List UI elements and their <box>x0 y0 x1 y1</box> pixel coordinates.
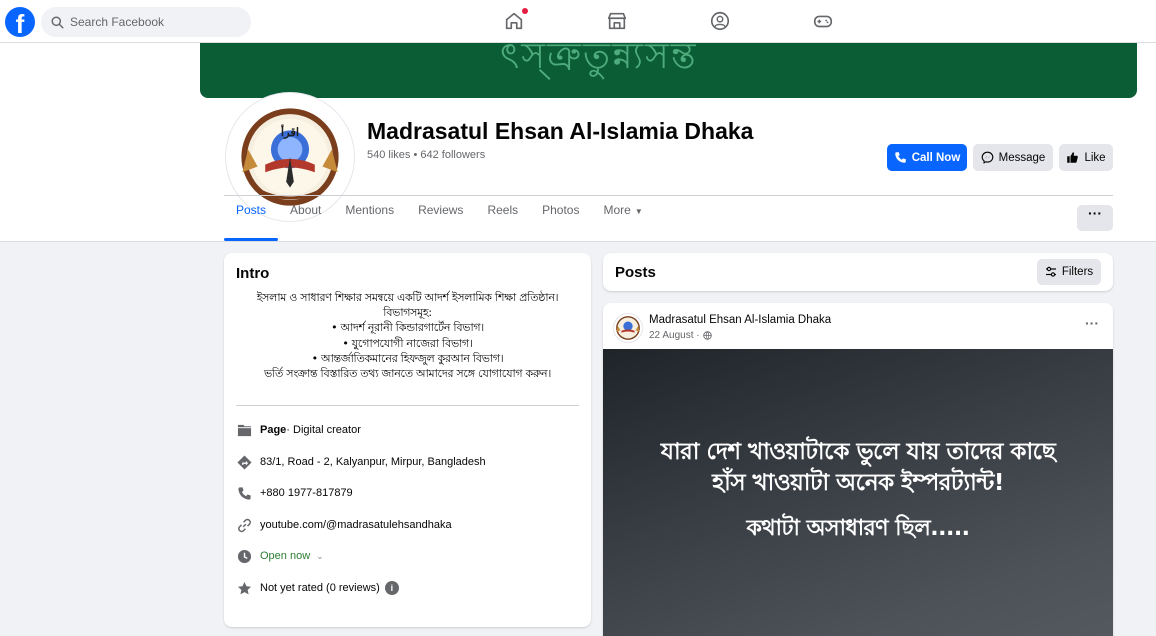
post-image-text: যারা দেশ খাওয়াটাকে ভুলে যায় তাদের কাছে… <box>660 439 1056 496</box>
like-button[interactable]: Like <box>1059 144 1113 171</box>
tab-mentions[interactable]: Mentions <box>333 203 406 241</box>
clock-icon <box>237 549 251 563</box>
chevron-down-icon[interactable]: ⌄ <box>316 551 324 562</box>
search-box[interactable] <box>41 7 251 37</box>
top-navigation-bar: f <box>0 0 1156 43</box>
post-card: Madrasatul Ehsan Al-Islamia Dhaka 22 Aug… <box>603 303 1113 636</box>
page-stats[interactable]: 540 likes • 642 followers <box>367 149 485 161</box>
cover-photo[interactable]: ৎস্ত্রুতুন্ন্যসন্ত <box>200 43 1137 98</box>
groups-icon <box>710 11 730 31</box>
phone-text: +880 1977-817879 <box>260 487 353 499</box>
notification-dot <box>522 8 528 14</box>
page-header: ৎস্ত্রুতুন্ন্যসন্ত اقرأ Madrasatul Ehsan… <box>0 43 1156 242</box>
tab-more[interactable]: More ▼ <box>591 203 654 241</box>
post-author-name[interactable]: Madrasatul Ehsan Al-Islamia Dhaka <box>649 314 831 326</box>
intro-divider <box>236 405 579 406</box>
call-now-button[interactable]: Call Now <box>887 144 967 171</box>
groups-nav-button[interactable] <box>709 10 731 32</box>
cover-calligraphy: ৎস্ত্রুতুন্ন্যসন্ত <box>500 43 698 77</box>
phone-icon <box>237 486 251 500</box>
tab-reels[interactable]: Reels <box>475 203 530 241</box>
intro-card: Intro ইসলাম ও সাধারণ শিক্ষার সমন্বয়ে এক… <box>224 253 591 627</box>
thumbs-up-icon <box>1067 152 1079 163</box>
intro-bio: ইসলাম ও সাধারণ শিক্ষার সমন্বয়ে একটি আদর… <box>256 291 559 381</box>
page-avatar[interactable]: اقرأ <box>226 93 354 221</box>
phone-row[interactable]: +880 1977-817879 <box>236 483 579 503</box>
intro-title: Intro <box>236 265 270 282</box>
filter-sliders-icon <box>1045 266 1056 277</box>
message-label: Message <box>998 151 1046 164</box>
post-date-text: 22 August · <box>649 330 700 341</box>
home-icon <box>505 12 523 30</box>
rating-row: Not yet rated (0 reviews) i <box>236 578 579 598</box>
posts-title: Posts <box>615 264 656 281</box>
page-title: Madrasatul Ehsan Al-Islamia Dhaka <box>367 118 754 144</box>
address-text: 83/1, Road - 2, Kalyanpur, Mirpur, Bangl… <box>260 456 486 468</box>
website-row[interactable]: youtube.com/@madrasatulehsandhaka <box>236 515 579 535</box>
post-image-subtext: কথাটা অসাধারণ ছিল..... <box>746 516 970 541</box>
flag-icon <box>237 424 251 436</box>
tab-photos[interactable]: Photos <box>530 203 591 241</box>
rating-text: Not yet rated (0 reviews) <box>260 582 380 594</box>
directions-icon <box>236 454 252 470</box>
tab-posts[interactable]: Posts <box>224 203 279 241</box>
madrasa-logo-small <box>616 316 640 340</box>
more-options-button[interactable]: ··· <box>1077 205 1113 231</box>
address-row[interactable]: 83/1, Road - 2, Kalyanpur, Mirpur, Bangl… <box>236 452 579 472</box>
tab-more-label: More <box>603 203 631 217</box>
page-tabs: Posts About Mentions Reviews Reels Photo… <box>224 203 655 241</box>
globe-icon <box>702 331 712 340</box>
madrasa-logo: اقرأ <box>241 108 339 206</box>
tab-reviews[interactable]: Reviews <box>406 203 475 241</box>
messenger-icon <box>981 151 994 164</box>
post-author-avatar[interactable] <box>613 313 643 343</box>
post-image[interactable]: যারা দেশ খাওয়াটাকে ভুলে যায় তাদের কাছে… <box>603 349 1113 636</box>
call-now-label: Call Now <box>911 151 961 164</box>
header-divider <box>224 195 1113 196</box>
filters-label: Filters <box>1061 266 1094 278</box>
post-options-button[interactable]: ··· <box>1085 315 1099 331</box>
page-category: · Digital creator <box>286 424 361 436</box>
gaming-icon <box>813 15 833 28</box>
page-category-row: Page · Digital creator <box>236 420 579 440</box>
search-input[interactable] <box>70 15 230 29</box>
message-button[interactable]: Message <box>973 144 1053 171</box>
posts-header-card: Posts Filters <box>603 253 1113 291</box>
hours-row[interactable]: Open now ⌄ <box>236 546 579 566</box>
svg-text:اقرأ: اقرأ <box>281 125 299 139</box>
website-link[interactable]: youtube.com/@madrasatulehsandhaka <box>260 519 452 531</box>
search-icon <box>51 15 64 29</box>
star-icon <box>237 581 251 594</box>
caret-down-icon: ▼ <box>634 207 643 216</box>
link-icon <box>237 518 251 532</box>
home-nav-button[interactable] <box>503 8 528 32</box>
page-type-label: Page <box>260 424 287 436</box>
like-label: Like <box>1084 151 1106 164</box>
marketplace-icon <box>607 12 627 30</box>
marketplace-nav-button[interactable] <box>606 10 628 32</box>
hours-status[interactable]: Open now <box>260 550 310 562</box>
tab-about[interactable]: About <box>278 203 333 241</box>
phone-icon <box>894 152 906 163</box>
info-icon[interactable]: i <box>384 581 399 595</box>
post-timestamp[interactable]: 22 August · <box>649 330 712 341</box>
filters-button[interactable]: Filters <box>1037 259 1101 285</box>
gaming-nav-button[interactable] <box>812 10 834 32</box>
facebook-logo[interactable]: f <box>5 7 35 37</box>
